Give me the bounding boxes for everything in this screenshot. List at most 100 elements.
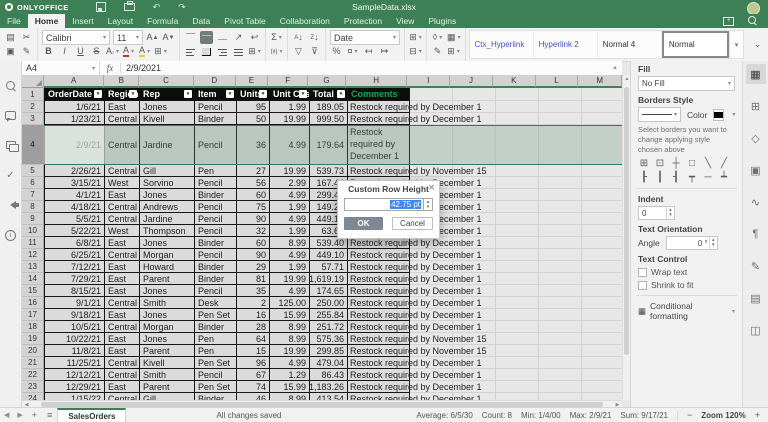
- cell[interactable]: 575.36: [310, 333, 348, 345]
- row-header[interactable]: 11: [22, 237, 44, 249]
- table-header-cell[interactable]: Unit Cost ▾: [270, 88, 310, 101]
- cell[interactable]: 6/8/21: [44, 237, 105, 249]
- cell[interactable]: [453, 88, 496, 101]
- cell[interactable]: Central: [105, 321, 140, 333]
- prev-sheet-icon[interactable]: ◀: [0, 411, 13, 419]
- border-outside-icon[interactable]: □: [686, 157, 698, 169]
- cell[interactable]: [496, 357, 539, 369]
- cell[interactable]: [582, 297, 622, 309]
- cell[interactable]: 35: [237, 285, 270, 297]
- cell[interactable]: Pen Set: [195, 357, 237, 369]
- cell[interactable]: [348, 381, 410, 393]
- cell[interactable]: 96: [237, 357, 270, 369]
- decrease-decimal-icon[interactable]: ↤: [362, 45, 375, 58]
- column-header-a[interactable]: A: [43, 75, 105, 88]
- cell[interactable]: [410, 321, 453, 333]
- cell[interactable]: [453, 393, 496, 400]
- cell[interactable]: [410, 393, 453, 400]
- cell[interactable]: East: [105, 189, 140, 201]
- cell[interactable]: [539, 213, 582, 225]
- menu-tab-data[interactable]: Data: [185, 14, 217, 28]
- cell[interactable]: Morgan: [140, 249, 195, 261]
- cell[interactable]: Gill: [140, 393, 195, 400]
- cell[interactable]: East: [105, 309, 140, 321]
- sort-desc-icon[interactable]: Z ↓: [308, 31, 321, 44]
- cell[interactable]: [539, 249, 582, 261]
- user-avatar[interactable]: [747, 1, 760, 15]
- cell[interactable]: Jardine: [140, 213, 195, 225]
- cell[interactable]: 67: [237, 369, 270, 381]
- cell[interactable]: 86.43: [310, 369, 348, 381]
- cell[interactable]: [582, 189, 622, 201]
- align-bottom-icon[interactable]: ⎼: [216, 31, 229, 44]
- align-middle-icon[interactable]: ⎻: [200, 31, 213, 44]
- cell[interactable]: [496, 297, 539, 309]
- align-justify-icon[interactable]: [232, 45, 245, 58]
- copy-style-icon[interactable]: ✎: [20, 45, 33, 58]
- cell[interactable]: 36: [237, 125, 270, 165]
- menu-tab-protection[interactable]: Protection: [337, 14, 389, 28]
- delete-cells-icon[interactable]: ⊟ ▾: [409, 45, 422, 58]
- cell[interactable]: Binder: [195, 113, 237, 125]
- cell[interactable]: [496, 345, 539, 357]
- row-header[interactable]: 19: [22, 333, 44, 345]
- cell[interactable]: Jardine: [140, 125, 195, 165]
- cell[interactable]: [496, 125, 539, 165]
- cell[interactable]: [539, 309, 582, 321]
- cell[interactable]: [453, 357, 496, 369]
- row-header[interactable]: 6: [22, 177, 44, 189]
- cell[interactable]: [582, 125, 622, 165]
- row-header[interactable]: 8: [22, 201, 44, 213]
- cell[interactable]: 1.29: [270, 369, 310, 381]
- cell[interactable]: [410, 333, 453, 345]
- cell[interactable]: Central: [105, 369, 140, 381]
- cell[interactable]: [496, 213, 539, 225]
- cell[interactable]: 27: [237, 165, 270, 177]
- cell[interactable]: [539, 297, 582, 309]
- cell[interactable]: [410, 285, 453, 297]
- row-header[interactable]: 2: [22, 101, 44, 113]
- row-height-spinner[interactable]: ▲ ▼: [424, 198, 433, 211]
- cell[interactable]: [539, 237, 582, 249]
- cell[interactable]: 1,183.26: [310, 381, 348, 393]
- column-header-g[interactable]: G: [308, 75, 346, 88]
- cell[interactable]: [539, 177, 582, 189]
- cell[interactable]: 2: [237, 297, 270, 309]
- cell[interactable]: [539, 333, 582, 345]
- border-right-icon[interactable]: ┨: [670, 171, 682, 183]
- column-header-h[interactable]: H: [345, 75, 408, 88]
- cell[interactable]: [539, 189, 582, 201]
- cell[interactable]: [348, 101, 410, 113]
- cell[interactable]: Jones: [140, 189, 195, 201]
- cell[interactable]: 189.05: [310, 101, 348, 113]
- cell[interactable]: [539, 201, 582, 213]
- border-diag-up-icon[interactable]: ╲: [702, 157, 714, 169]
- cell[interactable]: [453, 237, 496, 249]
- menu-tab-plugins[interactable]: Plugins: [421, 14, 463, 28]
- wrap-text-icon[interactable]: ↩: [248, 31, 261, 44]
- cell[interactable]: 56: [237, 177, 270, 189]
- row-header[interactable]: 3: [22, 113, 44, 125]
- cell[interactable]: 50: [237, 113, 270, 125]
- border-left-icon[interactable]: ┠: [638, 171, 650, 183]
- cell[interactable]: [348, 345, 410, 357]
- cell[interactable]: [453, 249, 496, 261]
- cell[interactable]: [453, 345, 496, 357]
- cell[interactable]: 10/5/21: [44, 321, 105, 333]
- cell[interactable]: [348, 333, 410, 345]
- cell[interactable]: [453, 261, 496, 273]
- row-header[interactable]: 5: [22, 165, 44, 177]
- row-header[interactable]: 1: [22, 88, 44, 101]
- cell[interactable]: Jones: [140, 237, 195, 249]
- add-sheet-icon[interactable]: +: [27, 410, 42, 420]
- font-size-select[interactable]: 11 ▾: [113, 30, 143, 45]
- cell[interactable]: [496, 249, 539, 261]
- save-icon[interactable]: [95, 2, 106, 12]
- cell[interactable]: [453, 101, 496, 113]
- border-cross-icon[interactable]: ┼: [670, 157, 682, 169]
- cell[interactable]: 12/12/21: [44, 369, 105, 381]
- cell[interactable]: 539.73: [310, 165, 348, 177]
- cell[interactable]: [453, 381, 496, 393]
- cell[interactable]: Pencil: [195, 101, 237, 113]
- named-ranges-icon[interactable]: (x) ▾: [270, 45, 283, 58]
